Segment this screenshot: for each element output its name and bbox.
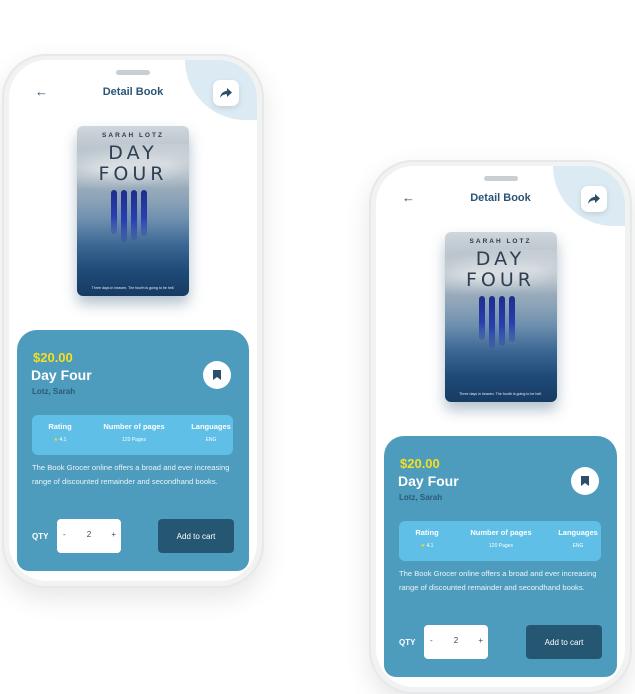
book-description: The Book Grocer online offers a broad an… xyxy=(399,569,597,592)
rating-column: Rating ★ 4.1 xyxy=(42,422,78,443)
languages-column: Languages ENG xyxy=(190,422,232,443)
quantity-value: 2 xyxy=(86,530,92,539)
cover-brush-strokes xyxy=(477,296,527,348)
languages-label: Languages xyxy=(558,528,598,537)
quantity-value: 2 xyxy=(453,636,459,645)
qty-label: QTY xyxy=(399,638,416,647)
cover-title-line2: FOUR xyxy=(98,163,168,185)
languages-column: Languages ENG xyxy=(557,528,599,549)
quantity-stepper[interactable]: - 2 + xyxy=(424,625,488,659)
book-cover: SARAH LOTZ DAY FOUR Three days in heaven… xyxy=(77,126,189,296)
increase-button[interactable]: + xyxy=(478,636,483,645)
increase-button[interactable]: + xyxy=(111,530,116,539)
detail-card: $20.00 Day Four Lotz, Sarah Rating ★ 4.1… xyxy=(384,436,617,677)
pages-label: Number of pages xyxy=(470,528,532,537)
rating-value: 4.1 xyxy=(426,543,434,549)
decrease-button[interactable]: - xyxy=(430,636,433,645)
book-cover: SARAH LOTZ DAY FOUR Three days in heaven… xyxy=(444,232,557,402)
rating-label: Rating xyxy=(48,422,72,431)
cover-author: SARAH LOTZ xyxy=(102,132,164,139)
star-icon: ★ xyxy=(53,437,59,443)
cover-brush-strokes xyxy=(109,190,159,242)
detail-card: $20.00 Day Four Lotz, Sarah Rating ★ 4.1… xyxy=(17,330,249,571)
share-button[interactable] xyxy=(581,186,607,212)
qty-label: QTY xyxy=(32,532,49,541)
rating-label: Rating xyxy=(415,528,439,537)
book-title: Day Four xyxy=(31,367,92,383)
phone-mockup-right: ← Detail Book SARAH LOTZ DAY FOUR Three … xyxy=(369,160,632,694)
phone-screen: ← Detail Book SARAH LOTZ DAY FOUR Three … xyxy=(9,60,257,581)
bookmark-icon xyxy=(213,370,221,380)
pages-value: 120 Pages xyxy=(489,543,513,549)
cover-title-line1: DAY xyxy=(108,142,158,164)
languages-value: ENG xyxy=(572,543,584,549)
phone-notch xyxy=(116,70,150,75)
book-author: Lotz, Sarah xyxy=(399,493,443,502)
book-description: The Book Grocer online offers a broad an… xyxy=(32,463,230,486)
share-icon xyxy=(588,193,600,204)
bookmark-button[interactable] xyxy=(571,467,599,495)
languages-value: ENG xyxy=(205,437,217,443)
cover-tagline: Three days in heaven. The fourth is goin… xyxy=(459,392,542,396)
phone-notch xyxy=(483,176,518,181)
pages-label: Number of pages xyxy=(103,422,165,431)
cover-title-line2: FOUR xyxy=(466,269,535,291)
book-author: Lotz, Sarah xyxy=(32,387,76,396)
book-price: $20.00 xyxy=(33,350,73,365)
pages-column: Number of pages 120 Pages xyxy=(454,528,548,549)
cover-title-line1: DAY xyxy=(475,248,526,270)
share-button[interactable] xyxy=(213,80,239,106)
top-bar: ← Detail Book xyxy=(376,186,625,212)
quantity-stepper[interactable]: - 2 + xyxy=(57,519,121,553)
book-price: $20.00 xyxy=(400,456,440,471)
star-icon: ★ xyxy=(420,543,426,549)
bookmark-icon xyxy=(581,476,589,486)
phone-mockup-left: ← Detail Book SARAH LOTZ DAY FOUR Three … xyxy=(2,54,264,588)
book-title: Day Four xyxy=(398,473,459,489)
decrease-button[interactable]: - xyxy=(63,530,66,539)
add-to-cart-button[interactable]: Add to cart xyxy=(526,625,602,659)
share-icon xyxy=(220,87,232,98)
info-panel: Rating ★ 4.1 Number of pages 120 Pages L… xyxy=(399,521,601,561)
cover-author: SARAH LOTZ xyxy=(469,238,532,245)
top-bar: ← Detail Book xyxy=(9,80,257,106)
add-to-cart-button[interactable]: Add to cart xyxy=(158,519,234,553)
bookmark-button[interactable] xyxy=(203,361,231,389)
rating-value: 4.1 xyxy=(59,437,67,443)
phone-screen: ← Detail Book SARAH LOTZ DAY FOUR Three … xyxy=(376,166,625,687)
info-panel: Rating ★ 4.1 Number of pages 120 Pages L… xyxy=(32,415,233,455)
pages-value: 120 Pages xyxy=(122,437,146,443)
rating-column: Rating ★ 4.1 xyxy=(409,528,445,549)
pages-column: Number of pages 120 Pages xyxy=(87,422,181,443)
languages-label: Languages xyxy=(191,422,231,431)
cover-tagline: Three days in heaven. The fourth is goin… xyxy=(91,286,175,290)
